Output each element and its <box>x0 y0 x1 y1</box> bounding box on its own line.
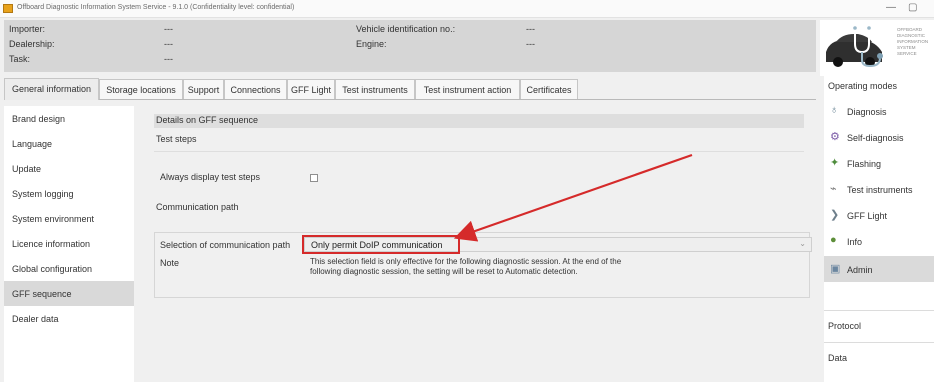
details-panel: Details on GFF sequence Test steps Alway… <box>140 106 816 382</box>
mode-label: Flashing <box>847 159 882 169</box>
section-divider <box>154 151 804 152</box>
dealership-value: --- <box>164 39 173 49</box>
nav-item-dealer-data[interactable]: Dealer data <box>4 306 134 331</box>
operating-modes-panel: Operating modes ♁ Diagnosis ⚙ Self-diagn… <box>824 76 934 382</box>
test-steps-title: Test steps <box>156 134 197 144</box>
title-bar: Offboard Diagnostic Information System S… <box>0 0 934 18</box>
info-globe-icon: ● <box>830 234 837 246</box>
protocol-section[interactable]: Protocol <box>824 310 934 338</box>
task-label: Task: <box>9 54 31 64</box>
window-title: Offboard Diagnostic Information System S… <box>17 4 295 11</box>
nav-item-brand-design[interactable]: Brand design <box>4 106 134 131</box>
nav-item-update[interactable]: Update <box>4 156 134 181</box>
engine-value: --- <box>526 39 535 49</box>
operating-modes-title: Operating modes <box>828 81 898 91</box>
task-value: --- <box>164 54 173 64</box>
mode-test-instruments[interactable]: ⌁ Test instruments <box>824 176 934 202</box>
tab-connections[interactable]: Connections <box>224 79 287 99</box>
stethoscope-icon: ♁ <box>830 104 839 116</box>
communication-path-title: Communication path <box>156 202 239 212</box>
mode-label: Test instruments <box>847 185 913 195</box>
vehicle-info-panel: Importer: --- Dealership: --- Task: --- … <box>4 20 816 72</box>
minimize-button[interactable]: — <box>886 2 896 13</box>
red-highlight-box <box>302 235 460 254</box>
tab-test-instrument-action[interactable]: Test instrument action <box>415 79 520 99</box>
mode-admin[interactable]: ▣ Admin <box>824 256 934 282</box>
tab-support[interactable]: Support <box>183 79 224 99</box>
flashing-icon: ✦ <box>830 157 840 169</box>
dealership-label: Dealership: <box>9 39 55 49</box>
logo-area: Offboard Diagnostic Information System S… <box>820 20 934 76</box>
mode-info[interactable]: ● Info <box>824 228 934 254</box>
admin-icon: ▣ <box>830 263 841 275</box>
note-label: Note <box>160 258 180 268</box>
nav-item-gff-sequence[interactable]: GFF sequence <box>4 281 134 306</box>
always-display-label: Always display test steps <box>160 172 261 182</box>
tab-gff-light[interactable]: GFF Light <box>287 79 335 99</box>
chevron-down-icon: ⌄ <box>799 239 806 248</box>
settings-nav: Brand design Language Update System logg… <box>4 106 134 382</box>
tab-certificates[interactable]: Certificates <box>520 79 578 99</box>
nav-item-system-logging[interactable]: System logging <box>4 181 134 206</box>
mode-self-diagnosis[interactable]: ⚙ Self-diagnosis <box>824 124 934 150</box>
mode-label: Diagnosis <box>847 107 887 117</box>
tab-storage-locations[interactable]: Storage locations <box>99 79 183 99</box>
tab-test-instruments[interactable]: Test instruments <box>335 79 415 99</box>
nav-item-global-configuration[interactable]: Global configuration <box>4 256 134 281</box>
car-stethoscope-icon <box>826 26 883 68</box>
nav-item-language[interactable]: Language <box>4 131 134 156</box>
vin-value: --- <box>526 24 535 34</box>
self-diagnosis-icon: ⚙ <box>830 131 840 143</box>
mode-diagnosis[interactable]: ♁ Diagnosis <box>824 98 934 124</box>
nav-item-system-environment[interactable]: System environment <box>4 206 134 231</box>
mode-gff-light[interactable]: ❯ GFF Light <box>824 202 934 228</box>
engine-label: Engine: <box>356 39 387 49</box>
vin-label: Vehicle identification no.: <box>356 24 456 34</box>
mode-label: Info <box>847 237 863 247</box>
nav-item-licence-information[interactable]: Licence information <box>4 231 134 256</box>
mode-flashing[interactable]: ✦ Flashing <box>824 150 934 176</box>
note-text: This selection field is only effective f… <box>310 257 622 276</box>
mode-label: GFF Light <box>847 211 888 221</box>
importer-value: --- <box>164 24 173 34</box>
mode-label: Self-diagnosis <box>847 133 904 143</box>
maximize-button[interactable]: ▢ <box>908 2 917 13</box>
tab-general-information[interactable]: General information <box>4 78 99 100</box>
app-icon <box>3 4 13 13</box>
tab-bar: General information Storage locations Su… <box>4 78 816 100</box>
test-instruments-icon: ⌁ <box>830 183 837 195</box>
selection-label: Selection of communication path <box>160 240 291 250</box>
mode-label: Admin <box>847 265 873 275</box>
data-section[interactable]: Data <box>824 342 934 370</box>
gff-light-icon: ❯ <box>830 209 840 221</box>
importer-label: Importer: <box>9 24 46 34</box>
details-header: Details on GFF sequence <box>154 114 804 128</box>
logo-text: Offboard Diagnostic Information System S… <box>897 27 929 56</box>
always-display-checkbox[interactable] <box>310 174 318 182</box>
